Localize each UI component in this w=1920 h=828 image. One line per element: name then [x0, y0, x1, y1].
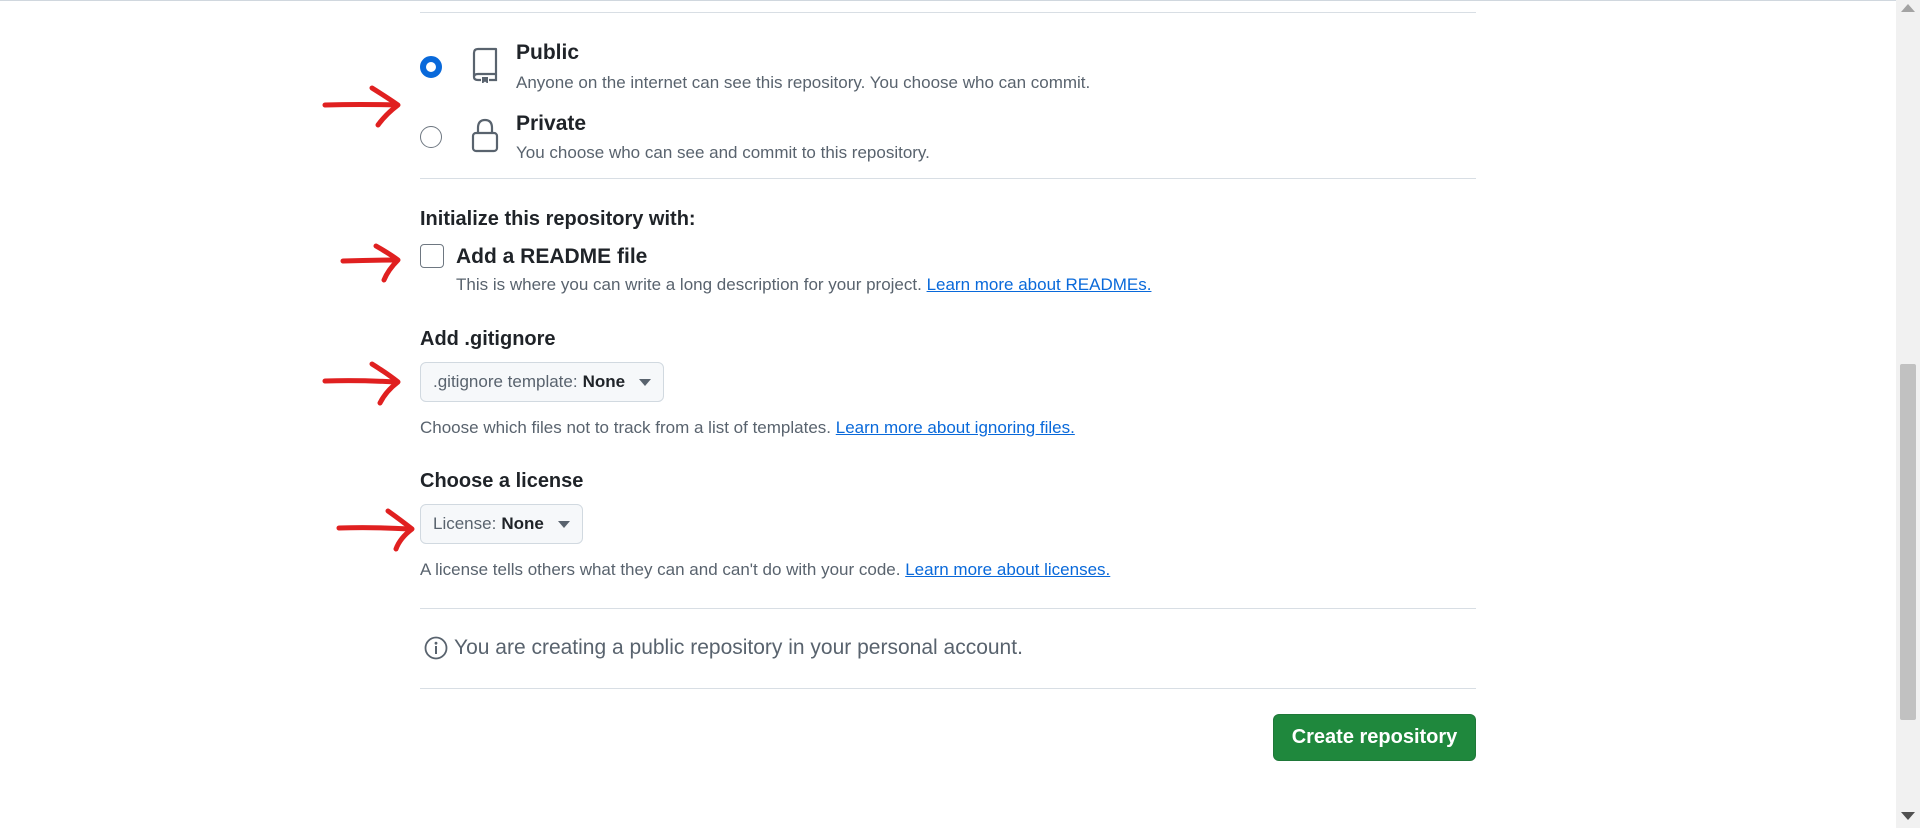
public-radio[interactable]: [420, 56, 442, 78]
divider-info: [420, 688, 1476, 689]
triangle-down-icon: [639, 378, 652, 386]
license-description: A license tells others what they can and…: [420, 560, 901, 579]
create-repository-button[interactable]: Create repository: [1273, 714, 1476, 761]
repo-icon: [472, 47, 498, 83]
triangle-down-icon: [557, 520, 570, 528]
readme-learn-more-link[interactable]: Learn more about READMEs.: [927, 275, 1152, 294]
info-message: You are creating a public repository in …: [424, 636, 1023, 660]
license-select-prefix: License:: [433, 514, 497, 533]
lock-icon: [471, 118, 499, 153]
divider-top: [420, 12, 1476, 13]
info-text: You are creating a public repository in …: [454, 636, 1023, 659]
license-select[interactable]: License: None: [420, 504, 583, 544]
red-arrow-annotation: [336, 508, 415, 552]
divider-visibility: [420, 178, 1476, 179]
divider-license: [420, 608, 1476, 609]
gitignore-heading: Add .gitignore: [420, 328, 556, 350]
info-icon: [424, 636, 448, 660]
license-select-value: None: [501, 514, 544, 533]
private-radio[interactable]: [420, 126, 442, 148]
license-hint: A license tells others what they can and…: [420, 560, 1110, 580]
top-border: [0, 0, 1920, 1]
scrollbar-thumb[interactable]: [1900, 364, 1916, 720]
readme-checkbox[interactable]: [420, 244, 444, 268]
readme-label[interactable]: Add a README file: [456, 245, 647, 269]
private-option-description: You choose who can see and commit to thi…: [516, 143, 930, 162]
license-learn-more-link[interactable]: Learn more about licenses.: [905, 560, 1110, 579]
vertical-scrollbar[interactable]: [1896, 0, 1920, 828]
scroll-down-arrow-icon[interactable]: [1901, 812, 1915, 820]
readme-hint: This is where you can write a long descr…: [456, 275, 1151, 295]
red-arrow-annotation: [322, 85, 401, 128]
gitignore-learn-more-link[interactable]: Learn more about ignoring files.: [836, 418, 1075, 437]
scroll-up-arrow-icon[interactable]: [1901, 4, 1915, 12]
public-option-description: Anyone on the internet can see this repo…: [516, 73, 1091, 92]
red-arrow-annotation: [322, 361, 401, 406]
gitignore-select-value: None: [582, 372, 626, 391]
gitignore-description: Choose which files not to track from a l…: [420, 418, 832, 437]
gitignore-template-select[interactable]: .gitignore template: None: [420, 362, 665, 402]
gitignore-select-prefix: .gitignore template:: [433, 372, 578, 391]
initialize-heading: Initialize this repository with:: [420, 208, 696, 230]
public-option-title[interactable]: Public: [516, 41, 579, 65]
license-heading: Choose a license: [420, 470, 584, 492]
gitignore-hint: Choose which files not to track from a l…: [420, 418, 1075, 438]
red-arrow-annotation: [340, 243, 401, 283]
readme-description: This is where you can write a long descr…: [456, 275, 922, 294]
private-option-title[interactable]: Private: [516, 112, 586, 136]
